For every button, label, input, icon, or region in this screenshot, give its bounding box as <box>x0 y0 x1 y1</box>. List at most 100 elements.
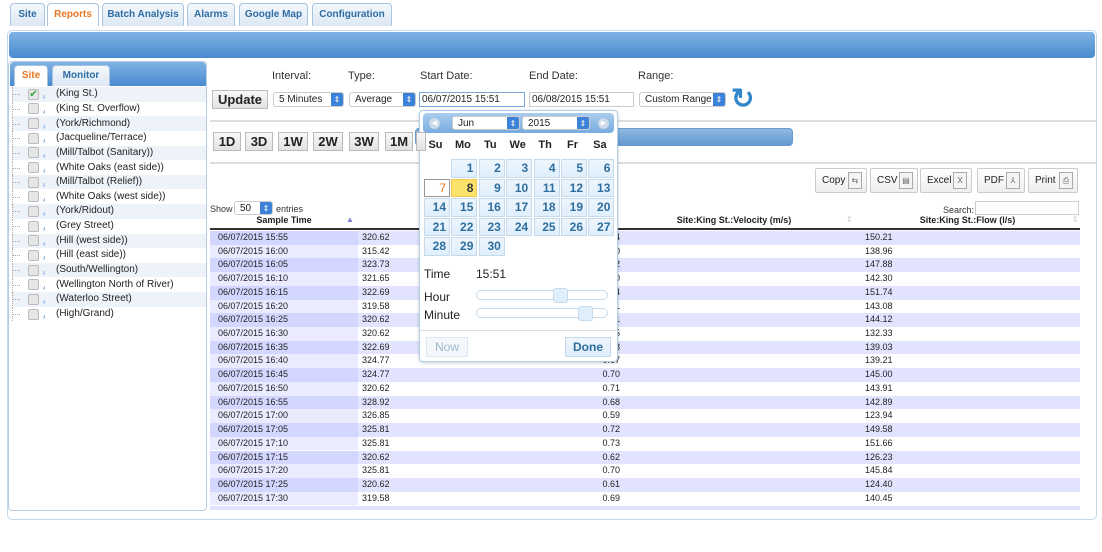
tab-alarms[interactable]: Alarms <box>187 3 235 26</box>
site-item[interactable]: ⸥ (King St. Overflow) <box>12 101 206 117</box>
site-checkbox[interactable] <box>28 235 39 247</box>
period-1w-button[interactable]: 1W <box>278 132 308 151</box>
site-checkbox[interactable] <box>28 293 39 305</box>
site-item[interactable]: ⸥ (Jacqueline/Terrace) <box>12 131 206 146</box>
day-cell[interactable]: 28 <box>424 237 450 256</box>
site-checkbox[interactable] <box>28 132 39 144</box>
sort-icon[interactable]: ⇕ <box>1072 215 1079 224</box>
site-checkbox[interactable] <box>28 176 39 188</box>
excel-button[interactable]: Excel X <box>920 168 972 193</box>
header-sample-time[interactable]: Sample Time <box>210 215 358 225</box>
day-cell[interactable]: 1 <box>451 159 478 178</box>
day-cell[interactable]: 7 <box>424 178 450 198</box>
hour-slider[interactable] <box>476 288 608 303</box>
site-checkbox[interactable] <box>28 147 39 159</box>
entries-select[interactable]: 50 ⇕ <box>234 201 273 215</box>
site-item[interactable]: ⸥ (York/Ridout) <box>12 204 206 219</box>
site-checkbox[interactable] <box>28 249 39 261</box>
start-date-input[interactable]: 06/07/2015 15:51 <box>419 92 525 107</box>
left-tab-monitor[interactable]: Monitor <box>52 65 110 86</box>
sort-asc-icon[interactable]: ▲ <box>346 215 354 224</box>
site-item[interactable]: ⸥ (Hill (west side)) <box>12 233 206 249</box>
day-cell[interactable]: 18 <box>533 198 560 217</box>
now-button[interactable]: Now <box>426 337 468 357</box>
sort-icon[interactable]: ⇕ <box>846 215 853 224</box>
day-cell[interactable]: 13 <box>588 178 615 198</box>
site-item[interactable]: ⸥ (South/Wellington) <box>12 262 206 278</box>
day-cell[interactable]: 6 <box>588 159 615 178</box>
day-cell[interactable]: 3 <box>506 159 533 178</box>
day-cell[interactable]: 10 <box>506 178 533 198</box>
day-cell[interactable]: 16 <box>478 198 505 217</box>
prev-month-icon[interactable]: ◀ <box>429 118 440 129</box>
csv-button[interactable]: CSV ▤ <box>870 168 918 193</box>
site-item[interactable]: ⸥ (White Oaks (west side)) <box>12 189 206 205</box>
end-date-input[interactable]: 06/08/2015 15:51 <box>529 92 634 107</box>
period-2w-button[interactable]: 2W <box>313 132 343 151</box>
site-item[interactable]: ⸥ (Waterloo Street) <box>12 292 206 307</box>
header-flow[interactable]: Site:King St.:Flow (l/s) <box>865 215 1070 225</box>
day-cell[interactable]: 22 <box>451 217 478 237</box>
day-cell[interactable]: 19 <box>561 198 587 217</box>
site-item[interactable]: ⸥ (White Oaks (east side)) <box>12 160 206 175</box>
site-item[interactable]: ⸥ (Hill (east side)) <box>12 248 206 263</box>
tab-site[interactable]: Site <box>10 3 45 26</box>
refresh-icon[interactable]: ↻ <box>731 85 759 114</box>
left-tab-site[interactable]: Site <box>14 65 48 86</box>
site-checkbox[interactable] <box>28 103 39 115</box>
site-item[interactable]: ⸥ (High/Grand) <box>12 307 206 322</box>
day-cell[interactable]: 30 <box>478 237 505 256</box>
day-cell[interactable]: 17 <box>506 198 533 217</box>
day-cell[interactable]: 23 <box>478 217 505 237</box>
day-cell[interactable]: 27 <box>588 217 615 237</box>
day-cell[interactable]: 14 <box>424 198 450 217</box>
day-cell[interactable]: 26 <box>561 217 587 237</box>
period-3w-button[interactable]: 3W <box>349 132 379 151</box>
day-cell[interactable]: 15 <box>451 198 478 217</box>
day-cell[interactable]: 25 <box>533 217 560 237</box>
day-cell[interactable]: 9 <box>478 178 505 198</box>
hour-slider-handle[interactable] <box>553 288 569 303</box>
site-checkbox[interactable] <box>28 220 39 232</box>
period-button[interactable] <box>416 132 426 151</box>
day-cell[interactable]: 20 <box>588 198 615 217</box>
year-select[interactable]: 2015 ⇕ <box>522 116 590 130</box>
type-select[interactable]: Average ⇕ <box>349 92 416 107</box>
copy-button[interactable]: Copy ⇆ <box>815 168 867 193</box>
period-1m-button[interactable]: 1M <box>385 132 413 151</box>
site-checkbox[interactable] <box>28 205 39 217</box>
site-item[interactable]: ✔ ⸥ (King St.) <box>12 87 206 102</box>
site-item[interactable]: ⸥ (Wellington North of River) <box>12 277 206 292</box>
tab-configuration[interactable]: Configuration <box>312 3 392 26</box>
site-checkbox[interactable]: ✔ <box>28 88 39 100</box>
done-button[interactable]: Done <box>565 337 611 357</box>
site-checkbox[interactable] <box>28 162 39 174</box>
site-item[interactable]: ⸥ (York/Richmond) <box>12 116 206 131</box>
print-button[interactable]: Print ⎙ <box>1028 168 1078 193</box>
pdf-button[interactable]: PDF ⅄ <box>977 168 1025 193</box>
day-cell[interactable]: 4 <box>533 159 560 178</box>
month-select[interactable]: Jun ⇕ <box>452 116 520 130</box>
site-checkbox[interactable] <box>28 264 39 276</box>
day-cell[interactable]: 29 <box>451 237 478 256</box>
day-cell[interactable]: 5 <box>561 159 587 178</box>
site-checkbox[interactable] <box>28 308 39 320</box>
update-button[interactable]: Update <box>212 90 268 109</box>
site-item[interactable]: ⸥ (Grey Street) <box>12 219 206 234</box>
period-1d-button[interactable]: 1D <box>213 132 241 151</box>
day-cell[interactable]: 2 <box>478 159 505 178</box>
site-checkbox[interactable] <box>28 279 39 291</box>
next-month-icon[interactable]: ▶ <box>598 118 609 129</box>
day-cell[interactable]: 24 <box>506 217 533 237</box>
interval-select[interactable]: 5 Minutes ⇕ <box>273 92 344 107</box>
day-cell[interactable]: 8 <box>451 178 478 198</box>
site-checkbox[interactable] <box>28 191 39 203</box>
tab-google-map[interactable]: Google Map <box>239 3 308 26</box>
day-cell[interactable]: 11 <box>533 178 560 198</box>
header-velocity[interactable]: Site:King St.:Velocity (m/s) <box>604 215 864 225</box>
minute-slider[interactable] <box>476 306 608 321</box>
range-select[interactable]: Custom Range ⇕ <box>639 92 726 107</box>
minute-slider-handle[interactable] <box>578 306 594 321</box>
site-item[interactable]: ⸥ (Mill/Talbot (Sanitary)) <box>12 145 206 161</box>
day-cell[interactable]: 21 <box>424 217 450 237</box>
